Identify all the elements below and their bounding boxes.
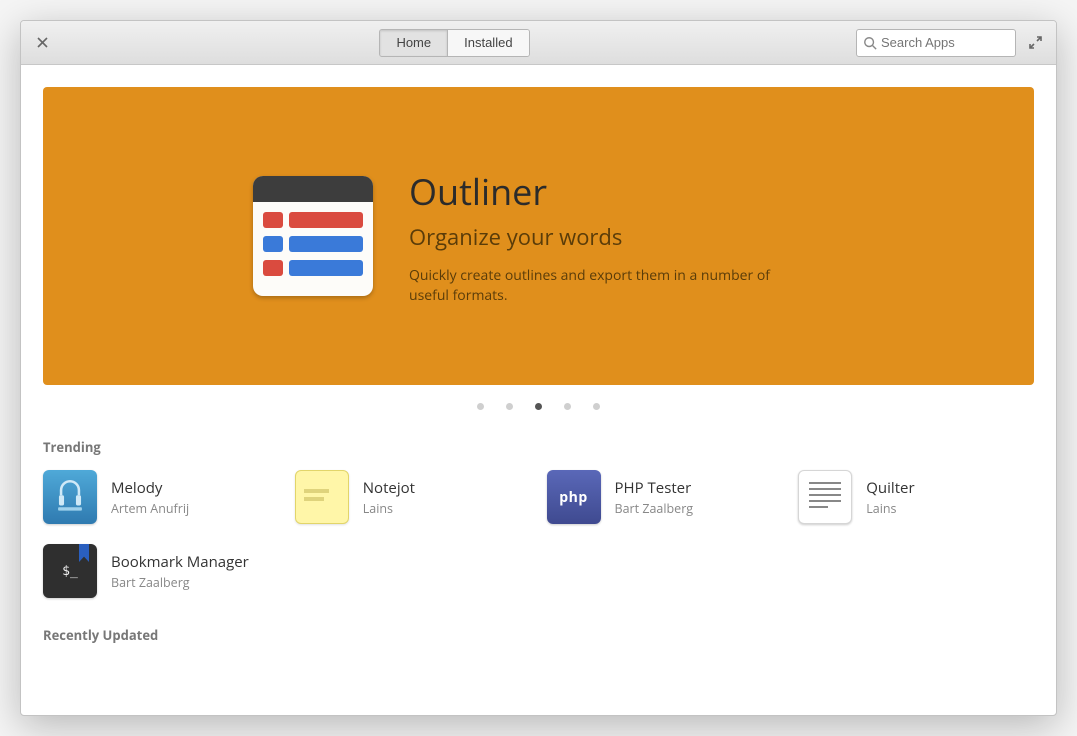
featured-banner[interactable]: Outliner Organize your words Quickly cre…: [43, 87, 1034, 385]
php-tester-icon: php: [547, 470, 601, 524]
window: Home Installed: [20, 20, 1057, 716]
carousel-dot-5[interactable]: [593, 403, 600, 410]
notejot-icon: [295, 470, 349, 524]
app-melody[interactable]: Melody Artem Anufrij: [43, 470, 279, 524]
carousel-dots: [43, 385, 1034, 432]
maximize-button[interactable]: [1024, 32, 1046, 54]
featured-subtitle: Organize your words: [409, 222, 789, 252]
app-bookmark-manager[interactable]: $_ Bookmark Manager Bart Zaalberg: [43, 544, 279, 598]
app-author: Lains: [363, 500, 415, 517]
app-name: Notejot: [363, 478, 415, 498]
section-recently-updated-title: Recently Updated: [43, 626, 1034, 644]
trending-grid: Melody Artem Anufrij Notejot Lains php P…: [43, 470, 1034, 598]
maximize-icon: [1029, 36, 1042, 49]
quilter-icon: [798, 470, 852, 524]
featured-title: Outliner: [409, 167, 789, 216]
close-icon: [37, 37, 48, 48]
titlebar: Home Installed: [21, 21, 1056, 65]
melody-icon: [43, 470, 97, 524]
app-name: PHP Tester: [615, 478, 694, 498]
app-author: Artem Anufrij: [111, 500, 189, 517]
search-icon: [863, 36, 877, 50]
app-author: Bart Zaalberg: [111, 574, 249, 591]
view-switcher: Home Installed: [379, 29, 529, 57]
app-name: Melody: [111, 478, 189, 498]
section-trending-title: Trending: [43, 438, 1034, 456]
featured-text: Outliner Organize your words Quickly cre…: [409, 167, 789, 305]
carousel-dot-3[interactable]: [535, 403, 542, 410]
content-area: Outliner Organize your words Quickly cre…: [21, 65, 1056, 715]
close-button[interactable]: [31, 32, 53, 54]
app-notejot[interactable]: Notejot Lains: [295, 470, 531, 524]
carousel-dot-4[interactable]: [564, 403, 571, 410]
app-quilter[interactable]: Quilter Lains: [798, 470, 1034, 524]
carousel-dot-2[interactable]: [506, 403, 513, 410]
tab-home[interactable]: Home: [380, 30, 447, 56]
outliner-icon: [253, 176, 373, 296]
app-php-tester[interactable]: php PHP Tester Bart Zaalberg: [547, 470, 783, 524]
app-author: Lains: [866, 500, 914, 517]
featured-description: Quickly create outlines and export them …: [409, 266, 789, 305]
carousel-dot-1[interactable]: [477, 403, 484, 410]
tab-installed[interactable]: Installed: [447, 30, 528, 56]
app-name: Bookmark Manager: [111, 552, 249, 572]
app-author: Bart Zaalberg: [615, 500, 694, 517]
bookmark-manager-icon: $_: [43, 544, 97, 598]
search-field[interactable]: [856, 29, 1016, 57]
app-name: Quilter: [866, 478, 914, 498]
